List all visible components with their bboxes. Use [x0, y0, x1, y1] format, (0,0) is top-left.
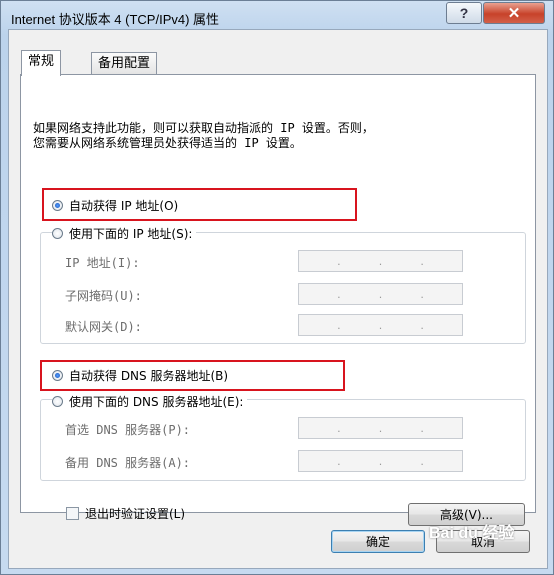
tab-general[interactable]: 常规 [21, 50, 62, 76]
subnet-mask-input: ... [298, 283, 463, 305]
radio-unselected-icon [52, 396, 63, 407]
default-gateway-input: ... [298, 314, 463, 336]
close-icon: ✕ [507, 5, 521, 22]
alternate-dns-input: ... [298, 450, 463, 472]
description-line-1: 如果网络支持此功能，则可以获取自动指派的 IP 设置。否则， [33, 121, 374, 135]
preferred-dns-input: ... [298, 417, 463, 439]
window-title: Internet 协议版本 4 (TCP/IPv4) 属性 [11, 12, 220, 27]
radio-unselected-icon [52, 228, 63, 239]
checkbox-icon [66, 507, 79, 520]
description-line-2: 您需要从网络系统管理员处获得适当的 IP 设置。 [33, 136, 302, 150]
ok-button[interactable]: 确定 [331, 530, 425, 553]
tab-alternate-config[interactable]: 备用配置 [91, 52, 158, 74]
dialog-window: Internet 协议版本 4 (TCP/IPv4) 属性 ? ✕ 常规 备用配… [0, 0, 554, 575]
dialog-client-area: 常规 备用配置 如果网络支持此功能，则可以获取自动指派的 IP 设置。否则， 您… [8, 29, 548, 569]
radio-manual-dns[interactable]: 使用下面的 DNS 服务器地址(E): [52, 393, 248, 410]
subnet-mask-label: 子网掩码(U): [65, 289, 142, 303]
alternate-dns-label: 备用 DNS 服务器(A): [65, 456, 191, 470]
validate-settings-checkbox[interactable]: 退出时验证设置(L) [66, 505, 185, 522]
radio-auto-dns[interactable]: 自动获得 DNS 服务器地址(B) [52, 367, 228, 384]
radio-manual-ip[interactable]: 使用下面的 IP 地址(S): [52, 225, 197, 242]
radio-manual-dns-label: 使用下面的 DNS 服务器地址(E): [69, 395, 244, 409]
help-button[interactable]: ? [446, 2, 482, 24]
watermark-logo: Bai du 经验 [429, 525, 515, 542]
close-button[interactable]: ✕ [483, 2, 545, 24]
preferred-dns-label: 首选 DNS 服务器(P): [65, 423, 191, 437]
validate-settings-label: 退出时验证设置(L) [85, 507, 186, 521]
general-panel: 如果网络支持此功能，则可以获取自动指派的 IP 设置。否则， 您需要从网络系统管… [20, 74, 536, 526]
ip-address-input: ... [298, 250, 463, 272]
radio-manual-ip-label: 使用下面的 IP 地址(S): [69, 227, 193, 241]
radio-auto-ip-label: 自动获得 IP 地址(O) [69, 199, 179, 213]
radio-auto-ip[interactable]: 自动获得 IP 地址(O) [52, 197, 178, 214]
radio-auto-dns-label: 自动获得 DNS 服务器地址(B) [69, 369, 229, 383]
description-text: 如果网络支持此功能，则可以获取自动指派的 IP 设置。否则， 您需要从网络系统管… [33, 121, 513, 151]
radio-selected-icon [52, 370, 63, 381]
radio-selected-icon [52, 200, 63, 211]
ip-address-label: IP 地址(I): [65, 256, 140, 270]
default-gateway-label: 默认网关(D): [65, 320, 142, 334]
